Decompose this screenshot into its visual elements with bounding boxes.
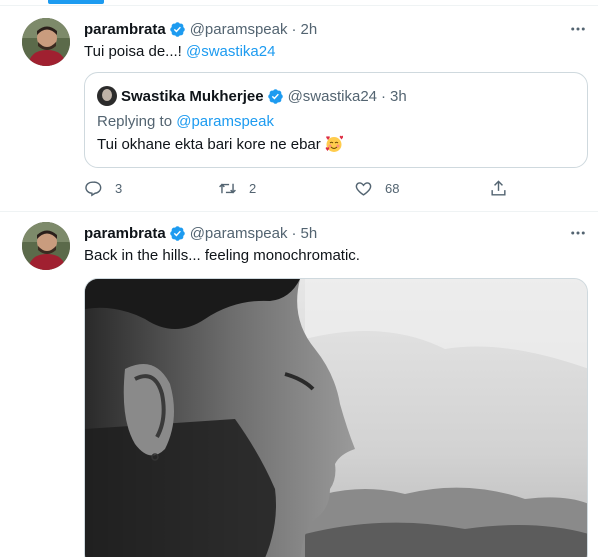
more-options-icon[interactable] xyxy=(568,223,588,243)
quoted-timestamp: 3h xyxy=(390,87,407,105)
retweet-icon xyxy=(219,183,236,193)
reply-button[interactable]: 3 xyxy=(84,178,122,198)
timestamp[interactable]: 2h xyxy=(300,21,317,38)
handle[interactable]: @paramspeak xyxy=(190,225,288,242)
tab-indicator xyxy=(48,0,104,4)
like-count: 68 xyxy=(385,180,400,196)
reply-icon xyxy=(85,180,102,197)
verified-badge-icon xyxy=(267,88,283,104)
replying-to-mention[interactable]: @paramspeak xyxy=(176,113,274,130)
heart-icon xyxy=(355,181,372,196)
tweet-photo[interactable] xyxy=(84,278,588,557)
display-name[interactable]: parambrata xyxy=(84,21,166,38)
quoted-handle: @swastika24 xyxy=(287,87,378,105)
quoted-tweet-text: Tui okhane ekta bari kore ne ebar xyxy=(97,135,343,153)
display-name[interactable]: parambrata xyxy=(84,225,166,242)
avatar[interactable] xyxy=(22,222,70,270)
verified-badge-icon xyxy=(169,225,185,241)
retweet-button[interactable]: 2 xyxy=(218,178,256,198)
separator-dot: · xyxy=(291,224,297,242)
tweet-header: parambrata @paramspeak · 2h xyxy=(84,19,317,39)
verified-badge-icon xyxy=(169,21,185,37)
tweet-actions: 3 2 68 xyxy=(84,178,506,198)
avatar[interactable] xyxy=(22,18,70,66)
replying-to: Replying to @paramspeak xyxy=(97,113,274,130)
tweet[interactable]: parambrata @paramspeak · 5h Back in the … xyxy=(0,212,598,557)
tweet-text: Tui poisa de...! @swastika24 xyxy=(84,42,275,62)
photo-image xyxy=(85,279,587,557)
quoted-tweet[interactable]: Swastika Mukherjee @swastika24 · 3h Repl… xyxy=(84,72,588,168)
share-icon xyxy=(491,179,506,196)
quoted-avatar xyxy=(97,86,117,106)
tweet-text: Back in the hills... feeling monochromat… xyxy=(84,247,360,264)
timestamp[interactable]: 5h xyxy=(300,225,317,242)
quoted-tweet-header: Swastika Mukherjee @swastika24 · 3h xyxy=(97,86,407,106)
retweet-count: 2 xyxy=(249,180,257,196)
quoted-display-name: Swastika Mukherjee xyxy=(121,87,264,105)
more-options-icon[interactable] xyxy=(568,19,588,39)
tweet[interactable]: parambrata @paramspeak · 2h Tui poisa de… xyxy=(0,6,598,212)
smiling-face-with-hearts-emoji-icon xyxy=(325,135,343,152)
separator-dot: · xyxy=(291,20,297,38)
handle[interactable]: @paramspeak xyxy=(190,21,288,38)
mention-link[interactable]: @swastika24 xyxy=(186,43,275,60)
replying-prefix: Replying to xyxy=(97,113,177,130)
separator-dot: · xyxy=(381,87,387,105)
like-button[interactable]: 68 xyxy=(354,178,399,198)
tweet-text-content: Tui poisa de...! xyxy=(84,43,186,60)
share-button[interactable] xyxy=(489,178,508,198)
reply-count: 3 xyxy=(115,180,123,196)
quoted-text-content: Tui okhane ekta bari kore ne ebar xyxy=(97,135,321,153)
tweet-header: parambrata @paramspeak · 5h xyxy=(84,223,317,243)
